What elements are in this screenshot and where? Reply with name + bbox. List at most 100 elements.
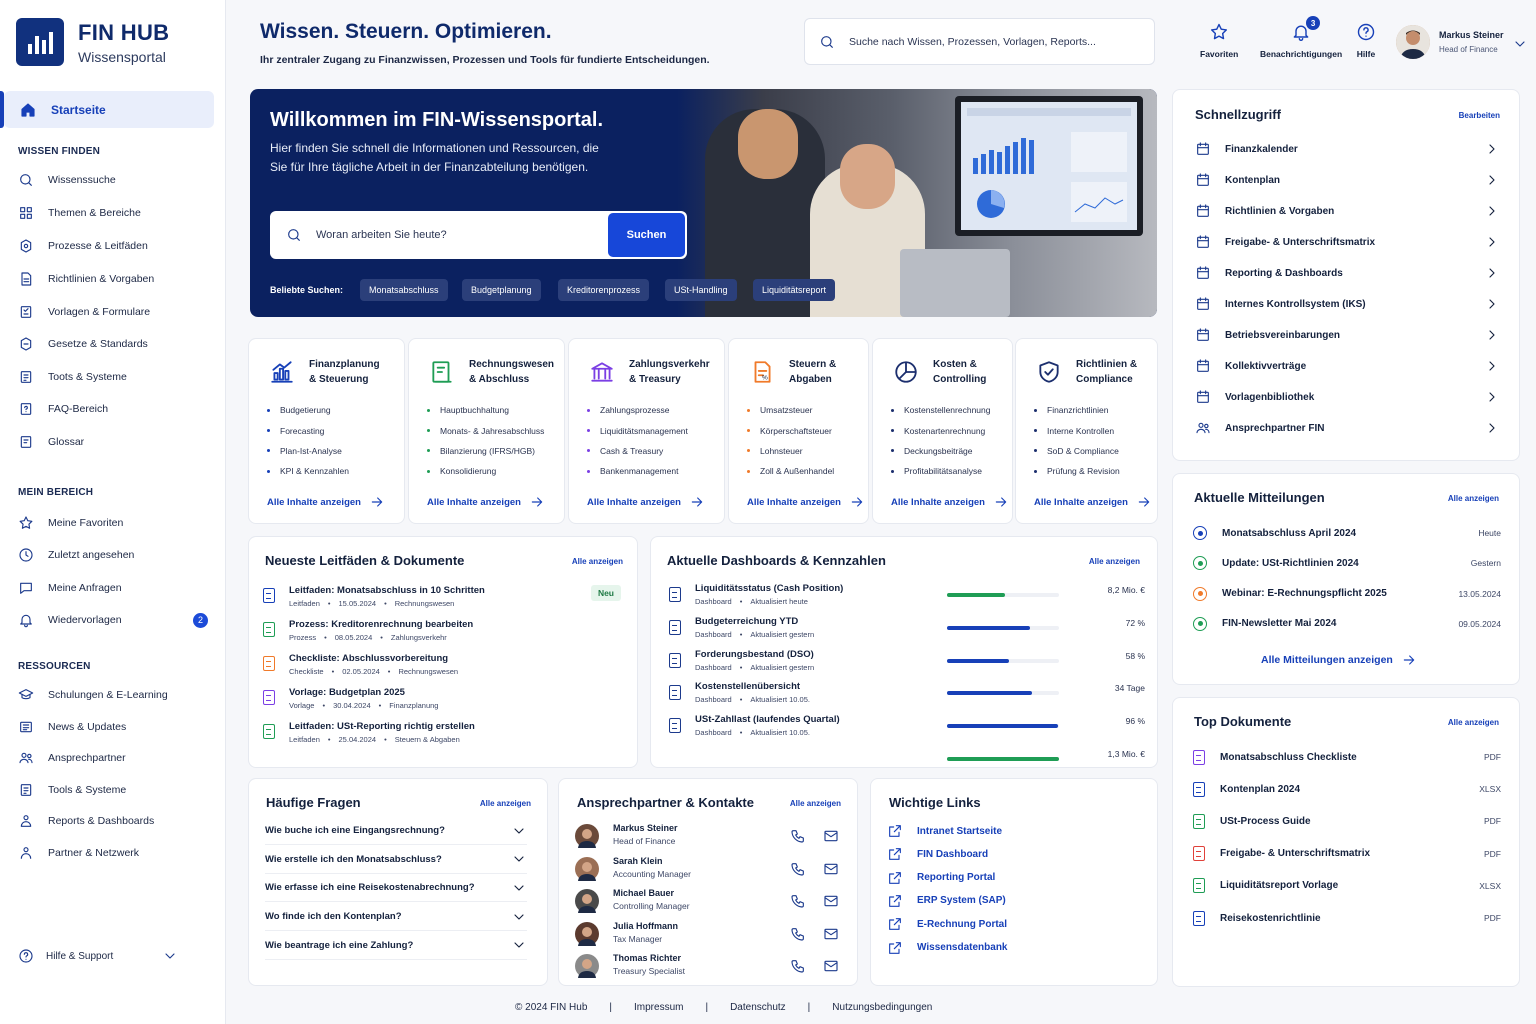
- category-topic[interactable]: Monats- & Jahresabschluss: [427, 420, 544, 440]
- mail-icon[interactable]: [823, 861, 839, 877]
- top-document-item[interactable]: USt-Process Guide PDF: [1193, 811, 1501, 831]
- category-topic[interactable]: Plan-Ist-Analyse: [267, 441, 349, 461]
- category-show-all-link[interactable]: Alle Inhalte anzeigen: [427, 494, 545, 510]
- hero-search-button[interactable]: Suchen: [608, 213, 685, 257]
- faq-item[interactable]: Wie erstelle ich den Monatsabschluss?: [265, 846, 527, 874]
- category-topic[interactable]: Cash & Treasury: [587, 441, 688, 461]
- category-topic[interactable]: Bilanzierung (IFRS/HGB): [427, 441, 544, 461]
- sidebar-item[interactable]: FAQ-Bereich: [18, 398, 208, 420]
- sidebar-item[interactable]: Meine Anfragen: [18, 577, 208, 599]
- dashboard-row[interactable]: USt-Zahllast (laufendes Quartal) Dashboar…: [665, 714, 1145, 744]
- messages-show-all-link[interactable]: Alle anzeigen: [1448, 494, 1499, 503]
- message-item[interactable]: Monatsabschluss April 2024 Heute: [1193, 523, 1501, 543]
- sidebar-item[interactable]: News & Updates: [18, 716, 208, 738]
- latest-documents-show-all-link[interactable]: Alle anzeigen: [572, 557, 623, 566]
- important-link[interactable]: ERP System (SAP): [887, 893, 1006, 909]
- faq-show-all-link[interactable]: Alle anzeigen: [480, 799, 531, 808]
- hero-search-input[interactable]: [316, 229, 586, 241]
- faq-item[interactable]: Wie beantrage ich eine Zahlung?: [265, 932, 527, 960]
- chevron-down-icon[interactable]: [1512, 36, 1528, 52]
- quick-access-item[interactable]: Kollektivverträge: [1195, 356, 1500, 376]
- category-topic[interactable]: Finanzrichtlinien: [1034, 400, 1120, 420]
- notifications-button[interactable]: 3 Benachrichtigungen: [1260, 16, 1342, 59]
- logo-icon[interactable]: [16, 18, 64, 66]
- top-document-item[interactable]: Liquiditätsreport Vorlage XLSX: [1193, 876, 1501, 896]
- faq-item[interactable]: Wie erfasse ich eine Reisekostenabrechnu…: [265, 874, 527, 903]
- category-topic[interactable]: Zahlungsprozesse: [587, 400, 688, 420]
- category-topic[interactable]: Hauptbuchhaltung: [427, 400, 544, 420]
- all-messages-link[interactable]: Alle Mitteilungen anzeigen: [1261, 652, 1417, 668]
- dashboard-row[interactable]: Forderungsbestand (DSO) Dashboard • Aktuali…: [665, 649, 1145, 679]
- dashboard-row[interactable]: 1,3 Mio. €: [665, 747, 1145, 777]
- top-document-item[interactable]: Monatsabschluss Checkliste PDF: [1193, 747, 1501, 767]
- popular-search-chip[interactable]: Kreditorenprozess: [558, 279, 650, 301]
- sidebar-item[interactable]: Themen & Bereiche: [18, 202, 208, 224]
- top-documents-show-all-link[interactable]: Alle anzeigen: [1448, 718, 1499, 727]
- category-topic[interactable]: Prüfung & Revision: [1034, 461, 1120, 481]
- category-topic[interactable]: Budgetierung: [267, 400, 349, 420]
- document-row[interactable]: Checkliste: Abschlussvorbereitung Checkli…: [263, 653, 613, 676]
- favorites-button[interactable]: Favoriten: [1200, 22, 1238, 59]
- category-topic[interactable]: Lohnsteuer: [747, 441, 834, 461]
- quick-access-item[interactable]: Finanzkalender: [1195, 139, 1500, 159]
- sidebar-item[interactable]: Zuletzt angesehen: [18, 544, 208, 566]
- sidebar-item[interactable]: Wissenssuche: [18, 169, 208, 191]
- sidebar-item-startseite[interactable]: Startseite: [0, 91, 214, 128]
- category-topic[interactable]: Kostenartenrechnung: [891, 420, 990, 440]
- important-link[interactable]: Intranet Startseite: [887, 823, 1002, 839]
- sidebar-item[interactable]: Prozesse & Leitfäden: [18, 235, 208, 257]
- category-card[interactable]: Kosten & Controlling Kostenstellenrechnun…: [872, 338, 1013, 524]
- category-topic[interactable]: Kostenstellenrechnung: [891, 400, 990, 420]
- top-document-item[interactable]: Kontenplan 2024 XLSX: [1193, 779, 1501, 799]
- phone-icon[interactable]: [790, 861, 806, 877]
- help-support-toggle[interactable]: Hilfe & Support: [18, 946, 178, 966]
- popular-search-chip[interactable]: Monatsabschluss: [360, 279, 448, 301]
- faq-item[interactable]: Wo finde ich den Kontenplan?: [265, 903, 527, 932]
- quick-access-item[interactable]: Kontenplan: [1195, 170, 1500, 190]
- important-link[interactable]: E-Rechnung Portal: [887, 916, 1007, 932]
- category-card[interactable]: % Steuern & Abgaben Umsatzsteuer Körperscha…: [728, 338, 869, 524]
- footer-datenschutz-link[interactable]: Datenschutz: [730, 1002, 786, 1013]
- mail-icon[interactable]: [823, 926, 839, 942]
- document-row[interactable]: Leitfaden: Monatsabschluss in 10 Schritt…: [263, 585, 613, 608]
- sidebar-item[interactable]: Gesetze & Standards: [18, 333, 208, 355]
- global-search[interactable]: [804, 18, 1155, 65]
- category-show-all-link[interactable]: Alle Inhalte anzeigen: [1034, 494, 1152, 510]
- quick-access-item[interactable]: Vorlagenbibliothek: [1195, 387, 1500, 407]
- document-row[interactable]: Prozess: Kreditorenrechnung bearbeiten Pr…: [263, 619, 613, 642]
- top-document-item[interactable]: Reisekostenrichtlinie PDF: [1193, 908, 1501, 928]
- dashboards-show-all-link[interactable]: Alle anzeigen: [1089, 557, 1140, 566]
- phone-icon[interactable]: [790, 893, 806, 909]
- help-button[interactable]: Hilfe: [1356, 22, 1376, 59]
- top-document-item[interactable]: Freigabe- & Unterschriftsmatrix PDF: [1193, 844, 1501, 864]
- category-topic[interactable]: Zoll & Außenhandel: [747, 461, 834, 481]
- quick-access-item[interactable]: Richtlinien & Vorgaben: [1195, 201, 1500, 221]
- dashboard-row[interactable]: Budgeterreichung YTD Dashboard • Aktualisie…: [665, 616, 1145, 646]
- phone-icon[interactable]: [790, 828, 806, 844]
- sidebar-item[interactable]: Meine Favoriten: [18, 512, 208, 534]
- popular-search-chip[interactable]: USt-Handling: [665, 279, 737, 301]
- category-show-all-link[interactable]: Alle Inhalte anzeigen: [747, 494, 865, 510]
- message-item[interactable]: Webinar: E-Rechnungspflicht 2025 13.05.20…: [1193, 584, 1501, 604]
- document-row[interactable]: Leitfaden: USt-Reporting richtig erstell…: [263, 721, 613, 744]
- sidebar-item[interactable]: Partner & Netzwerk: [18, 842, 208, 864]
- contacts-show-all-link[interactable]: Alle anzeigen: [790, 799, 841, 808]
- quick-access-item[interactable]: Reporting & Dashboards: [1195, 263, 1500, 283]
- sidebar-item[interactable]: Glossar: [18, 431, 208, 453]
- quick-access-item[interactable]: Ansprechpartner FIN: [1195, 418, 1500, 438]
- important-link[interactable]: Wissensdatenbank: [887, 940, 1008, 956]
- footer-impressum-link[interactable]: Impressum: [634, 1002, 683, 1013]
- category-topic[interactable]: Umsatzsteuer: [747, 400, 834, 420]
- phone-icon[interactable]: [790, 958, 806, 974]
- category-topic[interactable]: SoD & Compliance: [1034, 441, 1120, 461]
- mail-icon[interactable]: [823, 893, 839, 909]
- quick-access-item[interactable]: Betriebsvereinbarungen: [1195, 325, 1500, 345]
- category-topic[interactable]: Interne Kontrollen: [1034, 420, 1120, 440]
- quick-access-item[interactable]: Freigabe- & Unterschriftsmatrix: [1195, 232, 1500, 252]
- sidebar-item[interactable]: Schulungen & E-Learning: [18, 684, 208, 706]
- category-card[interactable]: Zahlungsverkehr & Treasury Zahlungsprozes…: [568, 338, 725, 524]
- sidebar-item[interactable]: Wiedervorlagen 2: [18, 609, 208, 631]
- category-card[interactable]: Rechnungswesen & Abschluss Hauptbuchhaltu…: [408, 338, 565, 524]
- faq-item[interactable]: Wie buche ich eine Eingangsrechnung?: [265, 817, 527, 845]
- sidebar-item[interactable]: Ansprechpartner: [18, 747, 208, 769]
